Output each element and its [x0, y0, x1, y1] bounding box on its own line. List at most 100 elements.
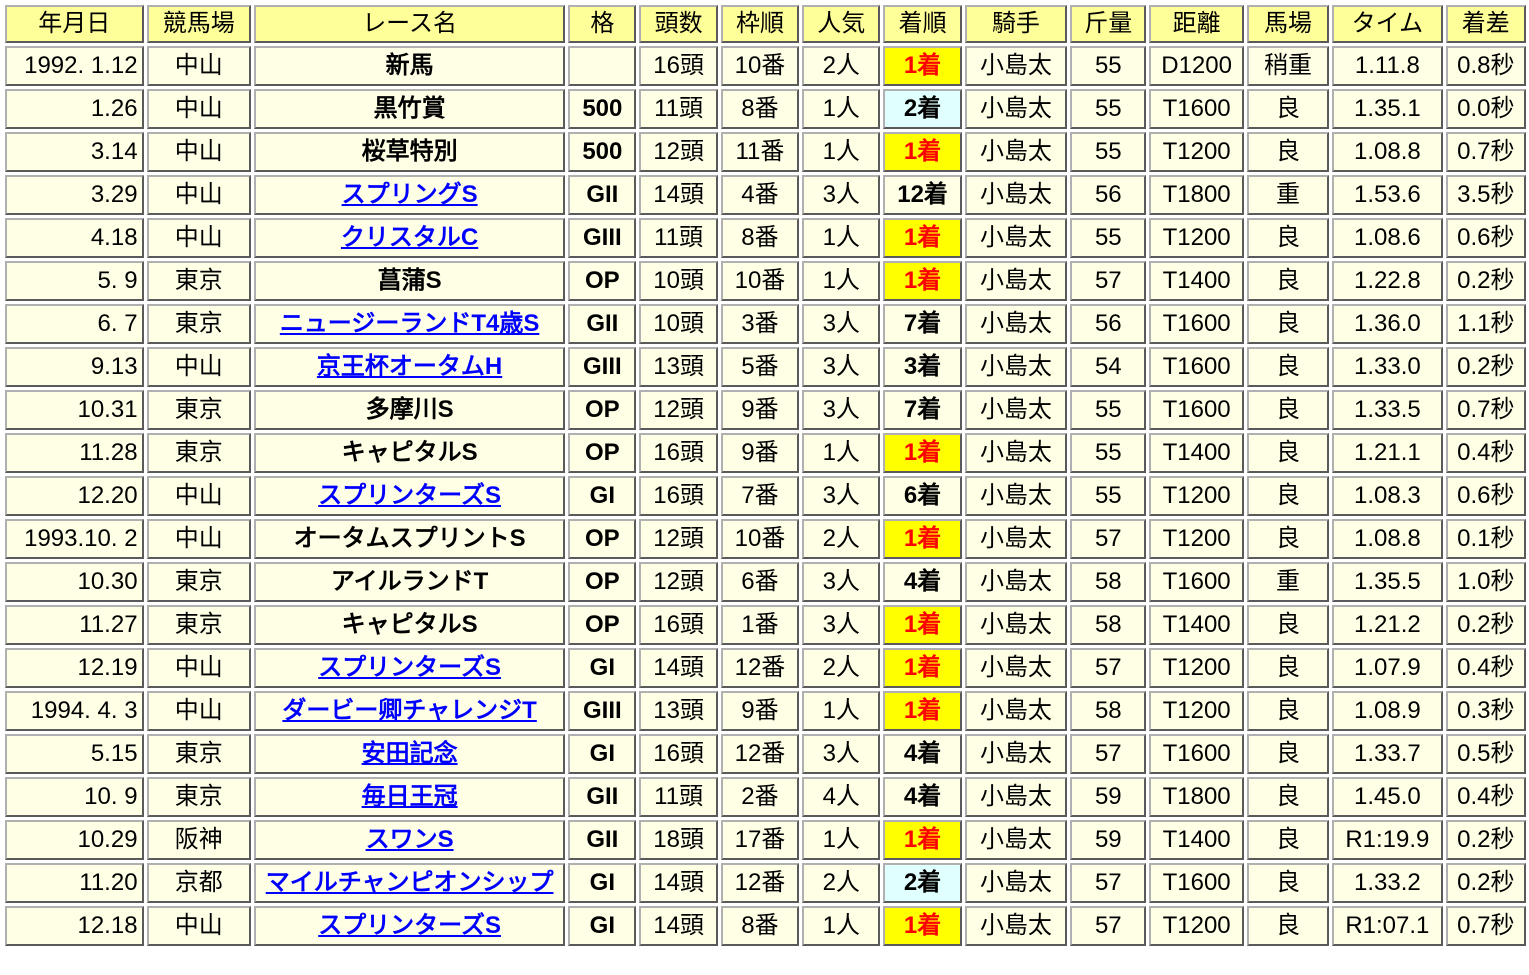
cell-gate: 9番 [720, 691, 800, 731]
cell-margin: 0.6秒 [1445, 476, 1526, 516]
cell-date: 11.20 [5, 863, 144, 903]
race-link[interactable]: クリスタルC [341, 224, 478, 251]
cell-gate: 10番 [720, 261, 800, 301]
cell-going: 良 [1246, 820, 1330, 860]
cell-pop: 4人 [802, 777, 881, 817]
header-jockey: 騎手 [964, 5, 1068, 43]
cell-grade: GIII [568, 691, 637, 731]
cell-finish: 1着 [883, 218, 962, 258]
cell-margin: 0.2秒 [1445, 605, 1526, 645]
header-date: 年月日 [5, 5, 144, 43]
race-link[interactable]: スプリングS [342, 181, 478, 208]
cell-gate: 17番 [720, 820, 800, 860]
cell-margin: 0.2秒 [1445, 820, 1526, 860]
header-course: 競馬場 [146, 5, 251, 43]
cell-race: 桜草特別 [253, 132, 566, 172]
cell-pop: 2人 [802, 519, 881, 559]
cell-time: 1.11.8 [1332, 46, 1443, 86]
cell-margin: 0.8秒 [1445, 46, 1526, 86]
race-link[interactable]: スワンS [366, 826, 454, 853]
cell-pop: 2人 [802, 648, 881, 688]
cell-race: ダービー卿チャレンジT [253, 691, 566, 731]
cell-race: 新馬 [253, 46, 566, 86]
race-link[interactable]: ニュージーランドT4歳S [280, 310, 540, 337]
cell-grade: GI [568, 648, 637, 688]
cell-going: 良 [1246, 734, 1330, 774]
cell-race: スワンS [253, 820, 566, 860]
cell-finish: 1着 [883, 519, 962, 559]
cell-race: キャピタルS [253, 433, 566, 473]
cell-weight: 55 [1070, 433, 1147, 473]
cell-course: 中山 [146, 175, 251, 215]
table-row: 10.30 東京 アイルランドT OP 12頭 6番 3人 4着 小島太 58 T1600 重 1.35… [5, 562, 1526, 602]
cell-course: 東京 [146, 261, 251, 301]
cell-time: 1.08.3 [1332, 476, 1443, 516]
cell-course: 東京 [146, 605, 251, 645]
cell-margin: 0.1秒 [1445, 519, 1526, 559]
cell-grade: OP [568, 261, 637, 301]
cell-going: 良 [1246, 605, 1330, 645]
cell-distance: T1600 [1149, 347, 1244, 387]
race-link[interactable]: スプリンターズS [318, 912, 501, 939]
cell-going: 良 [1246, 218, 1330, 258]
race-link[interactable]: スプリンターズS [318, 482, 501, 509]
cell-finish: 1着 [883, 648, 962, 688]
cell-going: 良 [1246, 89, 1330, 129]
race-link[interactable]: マイルチャンピオンシップ [266, 869, 554, 896]
table-row: 10.31 東京 多摩川S OP 12頭 9番 3人 7着 小島太 55 T1600 良 1.33.5 0… [5, 390, 1526, 430]
race-link[interactable]: ダービー卿チャレンジT [282, 697, 536, 724]
cell-weight: 55 [1070, 132, 1147, 172]
header-grade: 格 [568, 5, 637, 43]
cell-course: 中山 [146, 519, 251, 559]
cell-weight: 54 [1070, 347, 1147, 387]
table-row: 1993.10. 2 中山 オータムスプリントS OP 12頭 10番 2人 1着 小島太 57 T… [5, 519, 1526, 559]
cell-finish: 1着 [883, 691, 962, 731]
cell-finish: 4着 [883, 777, 962, 817]
race-link[interactable]: 京王杯オータムH [317, 353, 502, 380]
cell-gate: 8番 [720, 89, 800, 129]
cell-grade: OP [568, 433, 637, 473]
cell-gate: 10番 [720, 519, 800, 559]
cell-race: 安田記念 [253, 734, 566, 774]
cell-course: 東京 [146, 304, 251, 344]
cell-going: 良 [1246, 132, 1330, 172]
cell-jockey: 小島太 [964, 261, 1068, 301]
cell-weight: 55 [1070, 218, 1147, 258]
cell-going: 良 [1246, 261, 1330, 301]
cell-gate: 5番 [720, 347, 800, 387]
cell-course: 中山 [146, 46, 251, 86]
cell-race: ニュージーランドT4歳S [253, 304, 566, 344]
cell-jockey: 小島太 [964, 390, 1068, 430]
cell-time: 1.33.2 [1332, 863, 1443, 903]
race-link[interactable]: 毎日王冠 [362, 783, 458, 810]
cell-course: 中山 [146, 648, 251, 688]
cell-finish: 1着 [883, 261, 962, 301]
cell-runners: 13頭 [639, 347, 718, 387]
cell-jockey: 小島太 [964, 734, 1068, 774]
cell-going: 良 [1246, 304, 1330, 344]
cell-jockey: 小島太 [964, 476, 1068, 516]
cell-grade: GII [568, 820, 637, 860]
cell-margin: 0.2秒 [1445, 261, 1526, 301]
race-link[interactable]: 安田記念 [362, 740, 458, 767]
cell-date: 3.29 [5, 175, 144, 215]
table-row: 5. 9 東京 菖蒲S OP 10頭 10番 1人 1着 小島太 57 T1400 良 1.22.8 0.… [5, 261, 1526, 301]
cell-weight: 55 [1070, 390, 1147, 430]
cell-weight: 57 [1070, 648, 1147, 688]
race-link[interactable]: スプリンターズS [318, 654, 501, 681]
cell-time: 1.53.6 [1332, 175, 1443, 215]
cell-distance: T1200 [1149, 519, 1244, 559]
header-pop: 人気 [802, 5, 881, 43]
table-row: 11.20 京都 マイルチャンピオンシップ GI 14頭 12番 2人 2着 小島太 57 T160… [5, 863, 1526, 903]
cell-runners: 16頭 [639, 46, 718, 86]
cell-runners: 14頭 [639, 863, 718, 903]
table-row: 1.26 中山 黒竹賞 500 11頭 8番 1人 2着 小島太 55 T1600 良 1.35.1 0.… [5, 89, 1526, 129]
cell-race: アイルランドT [253, 562, 566, 602]
cell-jockey: 小島太 [964, 347, 1068, 387]
table-header-row: 年月日 競馬場 レース名格頭数 枠順 人気 着順 騎手 斤量 距離 馬場 タイム 着差 [5, 5, 1526, 43]
cell-date: 5. 9 [5, 261, 144, 301]
table-row: 12.18 中山 スプリンターズS GI 14頭 8番 1人 1着 小島太 57 T1200 良 R1:… [5, 906, 1526, 946]
cell-margin: 1.0秒 [1445, 562, 1526, 602]
header-weight: 斤量 [1070, 5, 1147, 43]
cell-pop: 2人 [802, 46, 881, 86]
